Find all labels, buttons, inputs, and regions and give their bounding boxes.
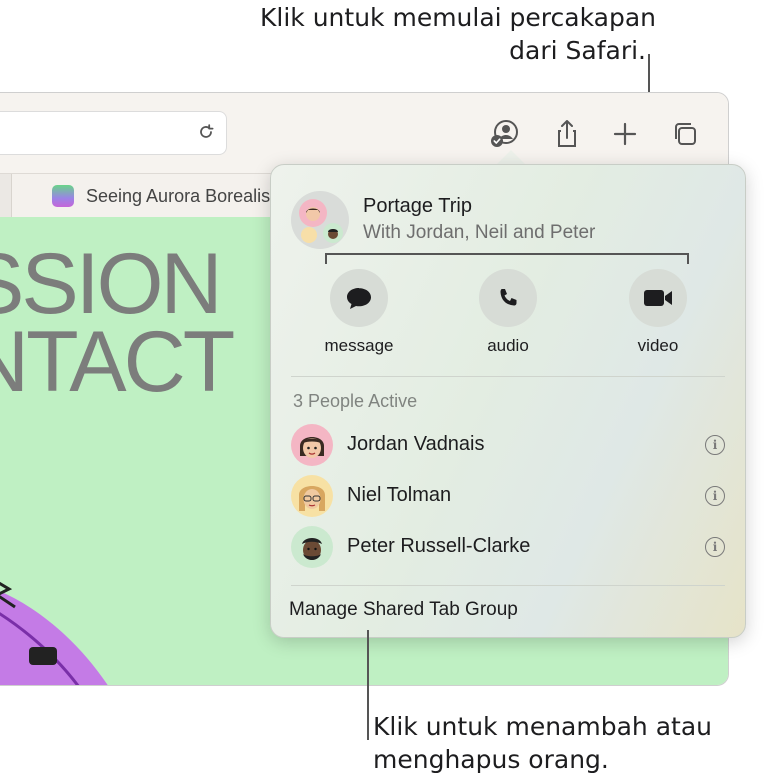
divider-top (291, 376, 725, 377)
callout-line-2: dari Safari. (509, 36, 646, 65)
person-name: Peter Russell-Clarke (347, 535, 531, 557)
address-bar[interactable] (0, 111, 227, 155)
memoji-peter-icon (291, 526, 333, 568)
tab-overview-icon[interactable] (668, 117, 702, 151)
message-label: message (324, 336, 394, 355)
memoji-jordan-icon (291, 424, 333, 466)
tab-favicon-icon (52, 185, 74, 207)
callout-add-remove-people: Klik untuk menambah atau menghapus orang… (373, 710, 773, 776)
person-row-peter[interactable]: Peter Russell-Clarke i (291, 526, 725, 570)
share-popover: Portage Trip With Jordan, Neil and Peter… (270, 164, 746, 638)
group-avatar (291, 191, 349, 249)
memoji-peter-icon (323, 223, 343, 243)
person-row-niel[interactable]: Niel Tolman i (291, 475, 725, 519)
info-icon[interactable]: i (705, 537, 725, 557)
popover-arrow (496, 150, 526, 165)
message-bubble-icon (330, 269, 388, 327)
callout-start-conversation: Klik untuk memulai percakapan dari Safar… (236, 1, 656, 67)
group-subtitle: With Jordan, Neil and Peter (363, 222, 596, 243)
info-icon[interactable]: i (705, 486, 725, 506)
page-heading-line-2: NTACT (0, 314, 235, 410)
video-button[interactable]: video (608, 269, 708, 356)
share-with-people-icon[interactable] (488, 117, 522, 151)
audio-label: audio (487, 336, 529, 355)
person-name: Niel Tolman (347, 484, 452, 506)
people-active-header: 3 People Active (293, 391, 418, 411)
person-row-jordan[interactable]: Jordan Vadnais i (291, 424, 725, 468)
reload-icon[interactable] (196, 122, 216, 142)
person-name: Jordan Vadnais (347, 433, 485, 455)
bracket-left-tick (325, 253, 327, 264)
audio-button[interactable]: audio (458, 269, 558, 356)
tab-title: Seeing Aurora Borealis (86, 186, 271, 206)
group-title: Portage Trip (363, 195, 472, 217)
new-tab-plus-icon[interactable] (608, 117, 642, 151)
bracket-horizontal (325, 253, 689, 255)
phone-icon (479, 269, 537, 327)
page-illustration (0, 581, 108, 685)
message-button[interactable]: message (309, 269, 409, 356)
video-label: video (637, 336, 679, 355)
callout-line-1: Klik untuk memulai percakapan (260, 3, 656, 32)
info-icon[interactable]: i (705, 435, 725, 455)
memoji-niel-icon (301, 227, 317, 243)
manage-shared-tab-group-button[interactable]: Manage Shared Tab Group (289, 599, 518, 621)
divider-bottom (291, 585, 725, 586)
share-icon[interactable] (550, 117, 584, 151)
video-camera-icon (629, 269, 687, 327)
tab-seeing-aurora-borealis[interactable]: Seeing Aurora Borealis (11, 174, 312, 218)
memoji-niel-icon (291, 475, 333, 517)
callout-line-1: Klik untuk menambah atau (373, 712, 712, 741)
callout-leader-bottom (367, 630, 369, 740)
callout-line-2: menghapus orang. (373, 745, 609, 774)
bracket-right-tick (687, 253, 689, 264)
toolbar (0, 93, 728, 173)
